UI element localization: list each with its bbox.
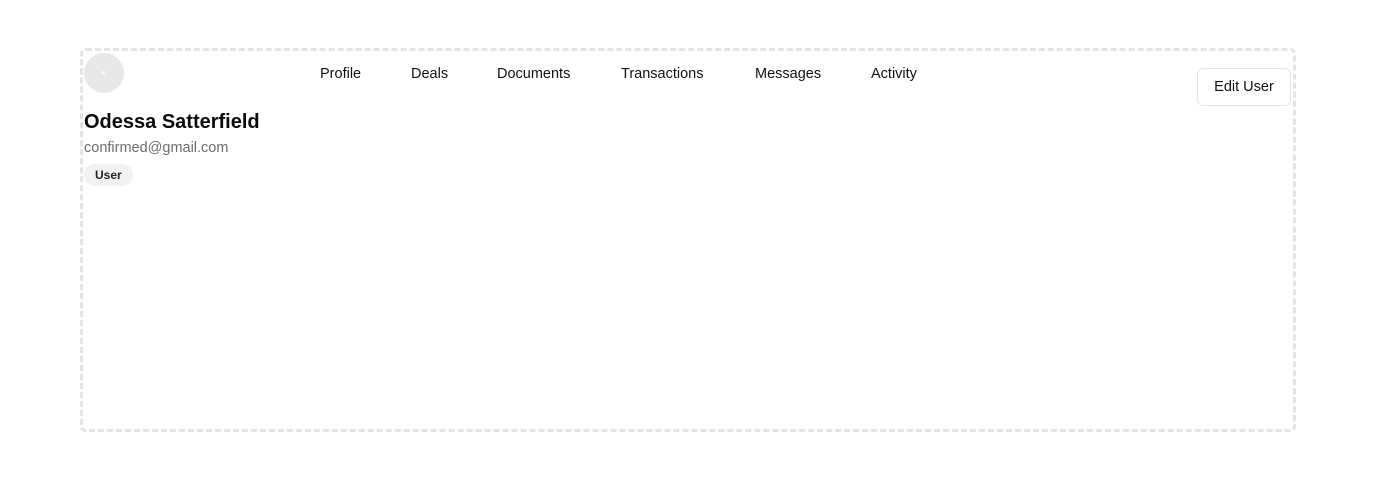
edit-user-button[interactable]: Edit User <box>1197 68 1291 106</box>
role-badge: User <box>84 164 133 186</box>
tab-profile[interactable]: Profile <box>320 63 361 85</box>
tab-deals[interactable]: Deals <box>411 63 448 85</box>
tab-activity[interactable]: Activity <box>871 63 917 85</box>
tab-documents[interactable]: Documents <box>497 63 570 85</box>
tab-transactions[interactable]: Transactions <box>621 63 703 85</box>
user-detail-card: Profile Deals Documents Transactions Mes… <box>80 48 1296 432</box>
user-email: confirmed@gmail.com <box>84 140 229 156</box>
user-name: Odessa Satterfield <box>84 111 260 133</box>
user-tabs: Profile Deals Documents Transactions Mes… <box>83 63 1293 85</box>
tab-messages[interactable]: Messages <box>755 63 821 85</box>
